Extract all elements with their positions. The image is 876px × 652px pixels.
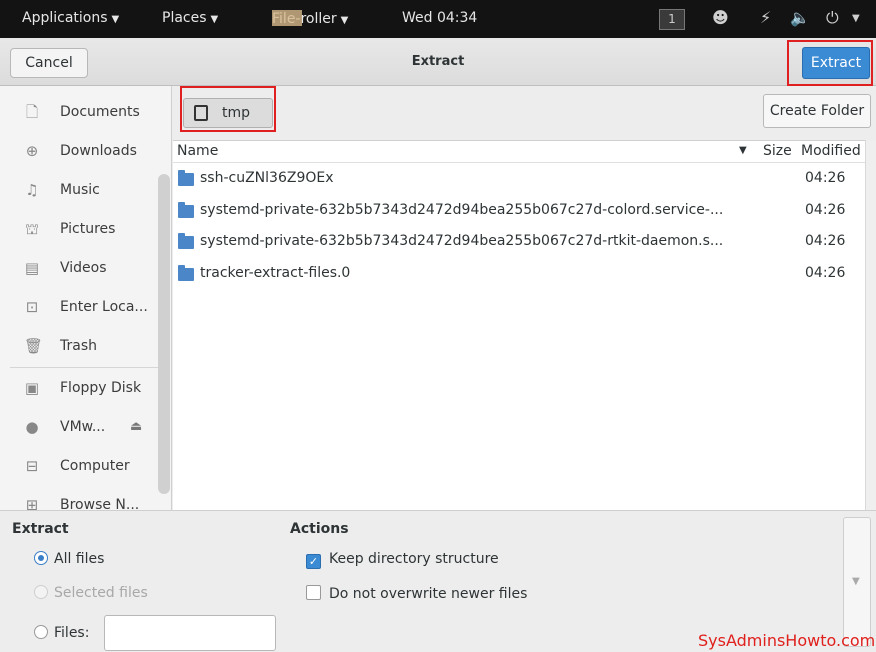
folder-icon	[178, 233, 194, 249]
sidebar-item-pictures[interactable]: ⛫ Pictures	[0, 211, 160, 247]
places-sidebar: 🗋 Documents ⊕ Downloads ♫ Music ⛫ Pictures ▤…	[0, 86, 172, 510]
folder-icon	[178, 170, 194, 186]
power-icon[interactable]: ⏻	[826, 8, 839, 28]
sidebar-item-enter-location[interactable]: ⊡ Enter Loca...	[0, 289, 160, 325]
list-item[interactable]: ssh-cuZNl36Z9OEx 04:26	[173, 165, 865, 195]
sidebar-divider	[10, 367, 160, 368]
radio-icon	[34, 585, 48, 599]
music-icon: ♫	[25, 181, 39, 199]
computer-icon: ⊟	[25, 457, 39, 475]
sidebar-item-browse-network[interactable]: ⊞ Browse N...	[0, 487, 160, 510]
chevron-down-icon: ▼	[111, 14, 120, 25]
list-item[interactable]: tracker-extract-files.0 04:26	[173, 260, 865, 290]
places-menu[interactable]: Places ▼	[162, 10, 218, 26]
chevron-down-icon: ▼	[340, 15, 349, 26]
disc-icon: ●	[25, 418, 39, 436]
selected-files-radio: Selected files	[34, 585, 148, 601]
chevron-down-icon: ▼	[210, 14, 219, 25]
options-scrollbar[interactable]: ▼	[843, 517, 871, 647]
extract-section-title: Extract	[12, 521, 69, 537]
file-list: Name ▼ Size Modified ssh-cuZNl36Z9OEx 04…	[173, 140, 865, 510]
file-roller-icon	[272, 10, 302, 26]
dialog-title: Extract	[411, 54, 465, 69]
sidebar-item-computer[interactable]: ⊟ Computer	[0, 448, 160, 484]
eject-icon[interactable]: ⏏	[130, 419, 142, 434]
document-icon: 🗋	[25, 103, 39, 121]
chevron-down-icon[interactable]: ▼	[852, 13, 860, 24]
workspace-indicator[interactable]: 1	[659, 9, 685, 30]
all-files-radio[interactable]: All files	[34, 551, 104, 567]
column-name-header[interactable]: Name	[177, 143, 218, 159]
trash-icon: 🗑	[24, 337, 44, 355]
actions-section-title: Actions	[290, 521, 349, 537]
sidebar-item-floppy[interactable]: ▣ Floppy Disk	[0, 370, 160, 406]
network-wired-icon[interactable]: ⚡	[760, 8, 771, 27]
drive-icon	[194, 105, 208, 121]
radio-icon	[34, 625, 48, 639]
volume-icon[interactable]: 🔈	[790, 8, 810, 27]
create-folder-button[interactable]: Create Folder	[763, 94, 871, 128]
folder-icon	[178, 202, 194, 218]
column-size-header[interactable]: Size	[763, 143, 792, 159]
sidebar-item-music[interactable]: ♫ Music	[0, 172, 160, 208]
network-icon: ⊞	[25, 496, 39, 510]
pictures-icon: ⛫	[25, 220, 39, 238]
files-radio[interactable]: Files:	[34, 625, 89, 641]
list-item[interactable]: systemd-private-632b5b7343d2472d94bea255…	[173, 197, 865, 227]
files-pattern-input[interactable]	[104, 615, 276, 651]
sidebar-item-vmware[interactable]: ● VMw... ⏏	[0, 409, 160, 445]
list-header: Name ▼ Size Modified	[173, 141, 865, 163]
chevron-down-icon: ▼	[852, 576, 860, 587]
list-item[interactable]: systemd-private-632b5b7343d2472d94bea255…	[173, 228, 865, 258]
no-overwrite-checkbox[interactable]: Do not overwrite newer files	[306, 585, 527, 602]
download-icon: ⊕	[25, 142, 39, 160]
sidebar-item-downloads[interactable]: ⊕ Downloads	[0, 133, 160, 169]
path-bar: tmp Create Folder	[173, 86, 876, 140]
radio-selected-icon	[34, 551, 48, 565]
extract-options: Extract All files Selected files Files: …	[0, 510, 876, 652]
sidebar-scrollbar[interactable]	[158, 174, 170, 494]
applications-menu[interactable]: Applications ▼	[22, 10, 119, 26]
sidebar-item-videos[interactable]: ▤ Videos	[0, 250, 160, 286]
path-button-tmp[interactable]: tmp	[183, 98, 273, 128]
watermark: SysAdminsHowto.com	[698, 631, 876, 650]
sort-descending-icon[interactable]: ▼	[739, 145, 747, 156]
extract-button[interactable]: Extract	[802, 47, 870, 79]
file-list-scrollbar[interactable]	[865, 140, 876, 510]
clock[interactable]: Wed 04:34	[402, 10, 477, 26]
app-menu[interactable]: File-roller ▼	[272, 10, 348, 27]
sidebar-item-documents[interactable]: 🗋 Documents	[0, 94, 160, 130]
videos-icon: ▤	[24, 259, 40, 277]
location-icon: ⊡	[25, 298, 39, 316]
column-modified-header[interactable]: Modified	[801, 143, 861, 159]
checkbox-icon	[306, 585, 321, 600]
people-icon[interactable]: ☻	[712, 8, 729, 27]
folder-icon	[178, 265, 194, 281]
checkmark-icon: ✓	[306, 554, 321, 569]
dialog-headerbar: Cancel Extract	[0, 38, 876, 86]
top-panel: Applications ▼ Places ▼ File-roller ▼ Wed 0…	[0, 0, 876, 38]
floppy-icon: ▣	[24, 379, 40, 397]
sidebar-item-trash[interactable]: 🗑 Trash	[0, 328, 160, 364]
keep-structure-checkbox[interactable]: ✓ Keep directory structure	[306, 551, 499, 569]
